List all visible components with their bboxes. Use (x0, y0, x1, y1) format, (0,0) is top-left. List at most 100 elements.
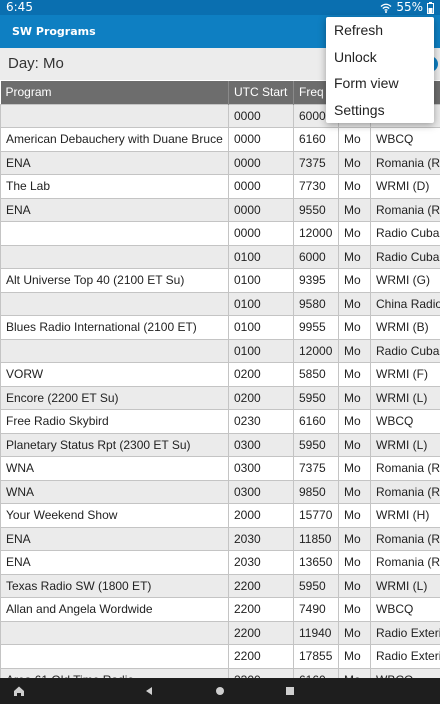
cell-program[interactable]: Texas Radio SW (1800 ET) (0, 573, 229, 598)
cell-station[interactable]: WRMI (F) (370, 362, 440, 387)
cell-freq[interactable]: 7490 (293, 597, 339, 622)
table-row[interactable]: Texas Radio SW (1800 ET) 2200 5950 Mo WRMI (… (0, 573, 440, 598)
cell-station[interactable]: Radio Cuba (370, 244, 440, 269)
cell-day[interactable]: Mo (338, 503, 371, 528)
cell-station[interactable]: Romania (R (370, 456, 440, 481)
cell-utc-start[interactable]: 0300 (228, 479, 294, 504)
table-row[interactable]: ENA 2030 13650 Mo Romania (R (0, 550, 440, 575)
cell-utc-start[interactable]: 0230 (228, 409, 294, 434)
cell-station[interactable]: WRMI (H) (370, 503, 440, 528)
cell-freq[interactable]: 11850 (293, 526, 339, 551)
table-row[interactable]: Area 61 Old Time Radio23006160MoWBCQ (0, 667, 440, 678)
cell-program[interactable]: Your Weekend Show (0, 503, 229, 528)
cell-day[interactable]: Mo (338, 127, 371, 152)
cell-station[interactable]: Romania (R (370, 150, 440, 175)
cell-freq[interactable]: 12000 (293, 338, 339, 363)
cell-day[interactable]: Mo (338, 432, 371, 457)
cell-station[interactable]: Romania (R (370, 526, 440, 551)
cell-program[interactable] (0, 644, 229, 669)
cell-program[interactable] (0, 338, 229, 363)
cell-day[interactable]: Mo (338, 573, 371, 598)
cell-freq[interactable]: 7375 (293, 150, 339, 175)
cell-freq[interactable]: 6160 (293, 667, 339, 678)
cell-program[interactable]: Allan and Angela Wordwide (0, 597, 229, 622)
cell-freq[interactable]: 9395 (293, 268, 339, 293)
cell-station[interactable]: WBCQ (370, 597, 440, 622)
cell-utc-start[interactable]: 2200 (228, 573, 294, 598)
table-row[interactable]: 2200 11940 Mo Radio Exteri (0, 620, 440, 645)
table-row[interactable]: WNA 0300 7375 Mo Romania (R (0, 456, 440, 481)
cell-day[interactable]: Mo (338, 667, 371, 678)
cell-utc-start[interactable]: 0200 (228, 362, 294, 387)
cell-freq[interactable]: 13650 (293, 550, 339, 575)
cell-day[interactable]: Mo (338, 456, 371, 481)
cell-station[interactable]: Radio Exteri (370, 620, 440, 645)
column-header-program[interactable]: Program (0, 81, 229, 104)
cell-freq[interactable]: 15770 (293, 503, 339, 528)
table-row[interactable]: Blues Radio International (2100 ET) 0100 9… (0, 315, 440, 340)
cell-program[interactable]: ENA (0, 526, 229, 551)
table-row[interactable]: VORW 0200 5850 Mo WRMI (F) (0, 362, 440, 387)
cell-utc-start[interactable]: 0000 (228, 150, 294, 175)
cell-freq[interactable]: 5950 (293, 573, 339, 598)
cell-program[interactable]: WNA (0, 456, 229, 481)
menu-item-form-view[interactable]: Form view (326, 70, 434, 97)
cell-station[interactable]: Radio Cuba (370, 338, 440, 363)
cell-program[interactable]: WNA (0, 479, 229, 504)
home-icon[interactable] (10, 678, 28, 704)
cell-day[interactable]: Mo (338, 385, 371, 410)
cell-day[interactable]: Mo (338, 150, 371, 175)
menu-item-unlock[interactable]: Unlock (326, 44, 434, 71)
cell-day[interactable]: Mo (338, 244, 371, 269)
cell-program[interactable] (0, 291, 229, 316)
cell-program[interactable]: The Lab (0, 174, 229, 199)
cell-utc-start[interactable]: 0000 (228, 174, 294, 199)
table-row[interactable]: 0100 12000 Mo Radio Cuba (0, 338, 440, 363)
cell-program[interactable] (0, 221, 229, 246)
table-row[interactable]: 0100 6000 Mo Radio Cuba (0, 244, 440, 269)
cell-day[interactable]: Mo (338, 291, 371, 316)
table-row[interactable]: ENA 0000 7375 Mo Romania (R (0, 150, 440, 175)
program-table-container[interactable]: Program UTC Start Freq 0000 6000 American … (0, 81, 440, 678)
home-circle-icon[interactable] (211, 678, 229, 704)
cell-program[interactable]: Encore (2200 ET Su) (0, 385, 229, 410)
column-header-utc-start[interactable]: UTC Start (228, 81, 294, 104)
cell-day[interactable]: Mo (338, 174, 371, 199)
table-row[interactable]: Allan and Angela Wordwide 2200 7490 Mo WBCQ (0, 597, 440, 622)
cell-program[interactable] (0, 244, 229, 269)
cell-program[interactable]: Alt Universe Top 40 (2100 ET Su) (0, 268, 229, 293)
cell-freq[interactable]: 9550 (293, 197, 339, 222)
cell-day[interactable]: Mo (338, 338, 371, 363)
table-row[interactable]: 0100 9580 Mo China Radio (0, 291, 440, 316)
table-row[interactable]: WNA 0300 9850 Mo Romania (R (0, 479, 440, 504)
cell-program[interactable] (0, 103, 229, 128)
cell-freq[interactable]: 6160 (293, 127, 339, 152)
cell-utc-start[interactable]: 0100 (228, 268, 294, 293)
cell-utc-start[interactable]: 0000 (228, 103, 294, 128)
cell-station[interactable]: WRMI (L) (370, 432, 440, 457)
cell-program[interactable] (0, 620, 229, 645)
table-row[interactable]: Encore (2200 ET Su) 0200 5950 Mo WRMI (L) (0, 385, 440, 410)
cell-day[interactable]: Mo (338, 526, 371, 551)
table-row[interactable]: 0000 12000 Mo Radio Cuba (0, 221, 440, 246)
cell-utc-start[interactable]: 0200 (228, 385, 294, 410)
table-row[interactable]: 2200 17855 Mo Radio Exteri (0, 644, 440, 669)
table-row[interactable]: Your Weekend Show 2000 15770 Mo WRMI (H) (0, 503, 440, 528)
cell-freq[interactable]: 9850 (293, 479, 339, 504)
cell-day[interactable]: Mo (338, 409, 371, 434)
table-row[interactable]: Alt Universe Top 40 (2100 ET Su) 0100 9395… (0, 268, 440, 293)
cell-utc-start[interactable]: 0100 (228, 315, 294, 340)
cell-utc-start[interactable]: 0100 (228, 244, 294, 269)
cell-station[interactable]: WRMI (L) (370, 573, 440, 598)
cell-utc-start[interactable]: 0100 (228, 291, 294, 316)
cell-utc-start[interactable]: 2300 (228, 667, 294, 678)
cell-station[interactable]: Romania (R (370, 197, 440, 222)
cell-utc-start[interactable]: 2200 (228, 644, 294, 669)
cell-freq[interactable]: 7730 (293, 174, 339, 199)
cell-program[interactable]: Planetary Status Rpt (2300 ET Su) (0, 432, 229, 457)
cell-utc-start[interactable]: 0300 (228, 432, 294, 457)
table-row[interactable]: ENA 0000 9550 Mo Romania (R (0, 197, 440, 222)
cell-freq[interactable]: 6000 (293, 244, 339, 269)
cell-program[interactable]: ENA (0, 150, 229, 175)
cell-day[interactable]: Mo (338, 362, 371, 387)
